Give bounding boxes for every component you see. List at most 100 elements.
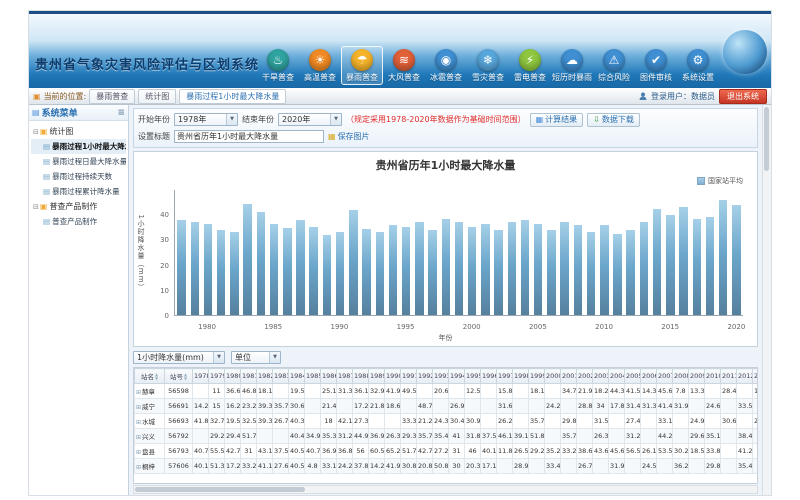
expand-icon[interactable]: ⊞ xyxy=(136,389,141,396)
column-header[interactable]: 1982▲▼ xyxy=(257,369,273,384)
bar-2006 xyxy=(547,230,555,315)
nav-wind-survey[interactable]: ≋大风普查 xyxy=(383,46,425,85)
end-year-select[interactable]: 2020年▼ xyxy=(278,113,342,126)
value-cell xyxy=(305,414,321,429)
nav-comprehensive-risk[interactable]: ⚠综合风险 xyxy=(593,46,635,85)
tree-item[interactable]: ▤暴雨过程1小时最大降水量 xyxy=(31,139,126,154)
nav-short-duration-rain[interactable]: ☁短历时暴雨 xyxy=(551,46,593,85)
breadcrumb-tab[interactable]: 暴雨普查 xyxy=(89,89,135,104)
column-header[interactable]: 2011▲▼ xyxy=(721,369,737,384)
column-header[interactable]: 1989▲▼ xyxy=(369,369,385,384)
vertical-scrollbar[interactable] xyxy=(762,105,771,496)
value-cell: 44.2 xyxy=(657,429,673,444)
tree-item[interactable]: ▤暴雨过程日最大降水量 xyxy=(31,154,126,169)
column-header[interactable]: 1983▲▼ xyxy=(273,369,289,384)
value-cell: 51.3 xyxy=(209,459,225,474)
nav-snow-survey[interactable]: ❄雪灾普查 xyxy=(467,46,509,85)
tree-item[interactable]: ▤暴雨过程累计降水量 xyxy=(31,184,126,199)
column-header[interactable]: 1995▲▼ xyxy=(465,369,481,384)
table-row[interactable]: ⊞赫章565981136.646.818.119.525.131.336.132… xyxy=(135,384,759,399)
column-header[interactable]: 1998▲▼ xyxy=(513,369,529,384)
column-header[interactable]: 1988▲▼ xyxy=(353,369,369,384)
table-row[interactable]: ⊞水城5669341.832.719.532.539.326.740.31842… xyxy=(135,414,759,429)
column-header[interactable]: 1985▲▼ xyxy=(305,369,321,384)
column-header[interactable]: 2005▲▼ xyxy=(625,369,641,384)
column-header[interactable]: 1996▲▼ xyxy=(481,369,497,384)
tree-item[interactable]: ▤普查产品制作 xyxy=(31,214,126,229)
column-header[interactable]: 1991▲▼ xyxy=(401,369,417,384)
column-header[interactable]: 2009▲▼ xyxy=(689,369,705,384)
table-row[interactable]: ⊞兴义5679229.229.451.740.434.935.331.244.9… xyxy=(135,429,759,444)
column-header[interactable]: 1992▲▼ xyxy=(417,369,433,384)
v-scrollbar-thumb[interactable] xyxy=(764,107,769,171)
nav-hail-survey[interactable]: ◉冰雹普查 xyxy=(425,46,467,85)
column-header[interactable]: 1993▲▼ xyxy=(433,369,449,384)
table-row[interactable]: ⊞盘县5679340.755.542.73143.137.540.540.736… xyxy=(135,444,759,459)
chart-panel: 贵州省历年1小时最大降水量 国家站平均 1小时降水量（mm） 010203040… xyxy=(133,151,758,347)
chart-title-input[interactable] xyxy=(174,130,324,143)
expand-icon[interactable]: ⊞ xyxy=(136,434,141,441)
expand-icon[interactable]: ⊞ xyxy=(136,419,141,426)
value-cell xyxy=(545,429,561,444)
tree-item[interactable]: ▤暴雨过程持续天数 xyxy=(31,169,126,184)
bar-1993 xyxy=(376,232,384,315)
breadcrumb-tab[interactable]: 暴雨过程1小时最大降水量 xyxy=(179,89,286,104)
column-header[interactable]: 1990▲▼ xyxy=(385,369,401,384)
tree-group[interactable]: ⊟▣普查产品制作 xyxy=(31,199,126,214)
nav-map-review[interactable]: ✔图件审核 xyxy=(635,46,677,85)
expand-icon[interactable]: ⊞ xyxy=(136,464,141,471)
column-header[interactable]: 2006▲▼ xyxy=(641,369,657,384)
column-header[interactable]: 2012▲▼ xyxy=(737,369,753,384)
unit-select[interactable]: 单位▼ xyxy=(231,351,281,364)
collapse-icon[interactable]: ≡ xyxy=(117,108,125,118)
metric-select[interactable]: 1小时降水量(mm)▼ xyxy=(133,351,225,364)
column-header[interactable]: 站号▲▼ xyxy=(165,369,193,384)
column-header[interactable]: 2001▲▼ xyxy=(561,369,577,384)
y-axis-label: 1小时降水量（mm） xyxy=(136,214,146,291)
nav-system-settings[interactable]: ⚙系统设置 xyxy=(677,46,719,85)
column-header[interactable]: 2007▲▼ xyxy=(657,369,673,384)
column-header[interactable]: 1979▲▼ xyxy=(209,369,225,384)
column-header[interactable]: 1981▲▼ xyxy=(241,369,257,384)
station-name-cell: ⊞兴义 xyxy=(135,429,165,444)
column-header[interactable]: 2003▲▼ xyxy=(593,369,609,384)
expand-icon[interactable]: ⊞ xyxy=(136,449,141,456)
column-header[interactable]: 1987▲▼ xyxy=(337,369,353,384)
x-axis: 198019851990199520002005201020152020 xyxy=(174,321,743,330)
column-header[interactable]: 1997▲▼ xyxy=(497,369,513,384)
nav-lightning-survey[interactable]: ⚡雷电普查 xyxy=(509,46,551,85)
column-header[interactable]: 2002▲▼ xyxy=(577,369,593,384)
download-button[interactable]: ⇩数据下载 xyxy=(587,113,640,127)
horizontal-scrollbar[interactable] xyxy=(133,485,758,494)
table-row[interactable]: ⊞桐梓5760640.151.317.233.241.127.640.54.83… xyxy=(135,459,759,474)
column-header[interactable]: 2000▲▼ xyxy=(545,369,561,384)
table-row[interactable]: ⊞威宁5669114.21516.223.239.335.730.621.417… xyxy=(135,399,759,414)
tree-group[interactable]: ⊟▣统计图 xyxy=(31,124,126,139)
column-header[interactable]: 2010▲▼ xyxy=(705,369,721,384)
nav-heat-survey[interactable]: ☀高温普查 xyxy=(299,46,341,85)
column-header[interactable]: 1994▲▼ xyxy=(449,369,465,384)
column-header[interactable]: 1986▲▼ xyxy=(321,369,337,384)
column-header[interactable]: 1984▲▼ xyxy=(289,369,305,384)
save-image-button[interactable]: ▦保存图片 xyxy=(328,131,370,142)
nav-rainstorm-survey[interactable]: ☂暴雨普查 xyxy=(341,46,383,85)
leaf-icon: ▤ xyxy=(43,142,50,151)
column-header[interactable]: 2008▲▼ xyxy=(673,369,689,384)
column-header[interactable]: 1980▲▼ xyxy=(225,369,241,384)
column-header[interactable]: 2004▲▼ xyxy=(609,369,625,384)
column-header[interactable]: 2013▲▼ xyxy=(753,369,759,384)
column-header[interactable]: 1978▲▼ xyxy=(193,369,209,384)
breadcrumb-bar: ▣ 当前的位置: 暴雨普查统计图暴雨过程1小时最大降水量 登录用户：数据员 退出… xyxy=(29,88,771,105)
logout-button[interactable]: 退出系统 xyxy=(719,89,767,104)
nav-drought-survey[interactable]: ♨干旱普查 xyxy=(257,46,299,85)
expand-icon[interactable]: ⊞ xyxy=(136,404,141,411)
value-cell: 36.2 xyxy=(673,459,689,474)
breadcrumb-tab[interactable]: 统计图 xyxy=(138,89,176,104)
column-header[interactable]: 1999▲▼ xyxy=(529,369,545,384)
calculate-button[interactable]: ▦计算结果 xyxy=(530,113,584,127)
h-scrollbar-thumb[interactable] xyxy=(135,487,305,492)
data-table-wrap: 站名▲▼站号▲▼1978▲▼1979▲▼1980▲▼1981▲▼1982▲▼19… xyxy=(133,367,758,484)
start-year-select[interactable]: 1978年▼ xyxy=(174,113,238,126)
snow-survey-icon: ❄ xyxy=(477,49,499,71)
column-header[interactable]: 站名▲▼ xyxy=(135,369,165,384)
